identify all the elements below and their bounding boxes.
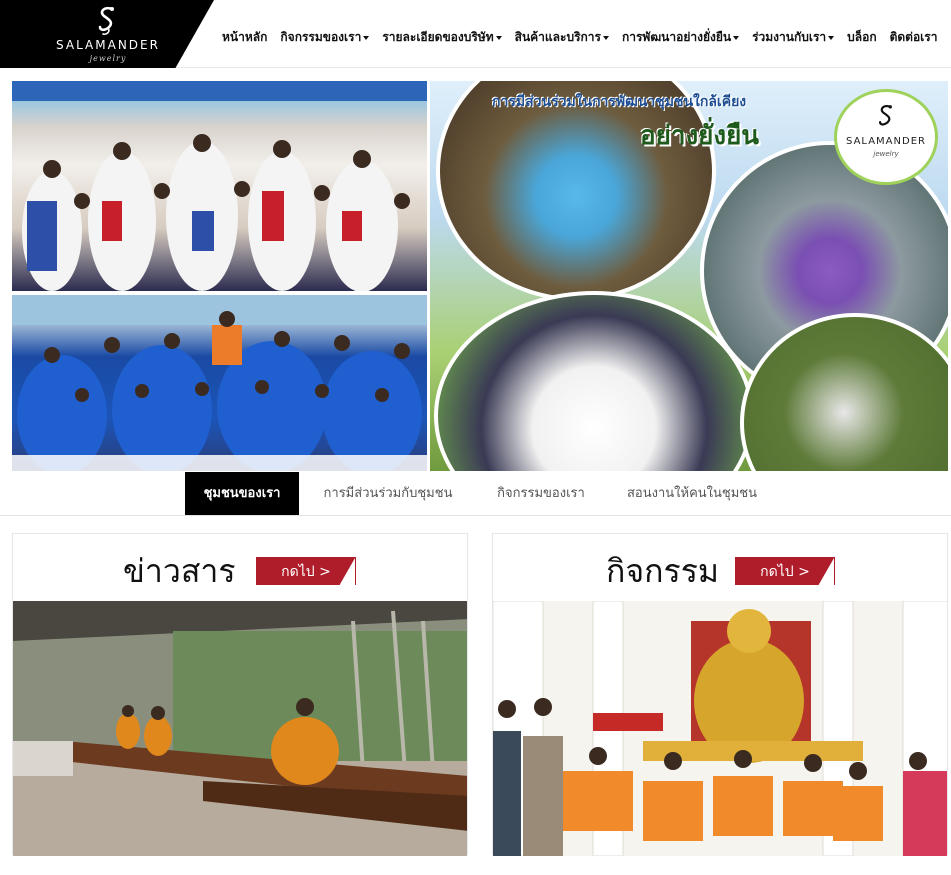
news-card: ข่าวสาร กดไป >: [12, 533, 468, 856]
nav-careers-label: ร่วมงานกับเรา: [752, 30, 827, 44]
salamander-logo-icon: [878, 105, 892, 126]
activities-card-title: กิจกรรม: [606, 552, 719, 590]
nav-careers[interactable]: ร่วมงานกับเรา: [752, 28, 835, 47]
hero-brand-tagline: jewelry: [873, 150, 899, 158]
monks-meditation-photo: [13, 601, 467, 856]
community-collage: การมีส่วนร่วมในการพัฒนาชุมชนใกล้เคียง อย…: [430, 81, 948, 471]
hero-headline: การมีส่วนร่วมในการพัฒนาชุมชนใกล้เคียง: [492, 94, 747, 110]
football-photo-illustration: [12, 295, 427, 471]
activities-card: กิจกรรม กดไป >: [492, 533, 948, 856]
taekwondo-group-photo: [12, 81, 427, 291]
nav-company-details[interactable]: รายละเอียดของบริษัท: [382, 28, 502, 47]
monks-photo-illustration: [13, 601, 467, 856]
nav-sustainability[interactable]: การพัฒนาอย่างยั่งยืน: [621, 28, 740, 47]
nav-sustainability-label: การพัฒนาอย่างยั่งยืน: [621, 30, 732, 44]
tab-community-engagement[interactable]: การมีส่วนร่วมกับชุมชน: [310, 472, 466, 515]
news-go-button[interactable]: กดไป >: [256, 557, 356, 585]
nav-company-details-label: รายละเอียดของบริษัท: [382, 30, 494, 44]
caret-down-icon: [733, 35, 740, 40]
planting-photo-circle: [436, 81, 716, 301]
hero-brand-badge: SALAMANDER jewelry: [834, 89, 938, 185]
nav-home[interactable]: หน้าหลัก: [222, 28, 267, 47]
caret-down-icon: [828, 35, 835, 40]
salamander-logo-icon: [98, 6, 114, 35]
nav-contact[interactable]: ติดต่อเรา: [890, 28, 938, 47]
nav-activities[interactable]: กิจกรรมของเรา: [280, 28, 370, 47]
football-team-photo: [12, 295, 427, 471]
nav-activities-label: กิจกรรมของเรา: [280, 30, 362, 44]
hero-banner: การมีส่วนร่วมในการพัฒนาชุมชนใกล้เคียง อย…: [12, 81, 948, 471]
temple-volunteers-photo: [493, 601, 947, 856]
tab-our-community[interactable]: ชุมชนของเรา: [185, 472, 299, 515]
caret-down-icon: [602, 35, 609, 40]
site-header: SALAMANDER jewelry หน้าหลัก กิจกรรมของเร…: [0, 0, 951, 68]
news-card-header: ข่าวสาร กดไป >: [13, 534, 467, 601]
brand-logo[interactable]: SALAMANDER jewelry: [0, 0, 214, 68]
taekwondo-photo-illustration: [12, 81, 427, 291]
activities-go-button[interactable]: กดไป >: [735, 557, 835, 585]
nav-contact-label: ติดต่อเรา: [889, 30, 938, 44]
activities-card-header: กิจกรรม กดไป >: [493, 534, 947, 601]
brand-name: SALAMANDER: [56, 38, 160, 52]
nav-products-services-label: สินค้าและบริการ: [514, 30, 601, 44]
students-photo-circle: [434, 291, 754, 471]
brand-tagline: jewelry: [89, 54, 127, 63]
nav-home-label: หน้าหลัก: [222, 30, 268, 44]
temple-photo-illustration: [493, 601, 947, 856]
news-card-title: ข่าวสาร: [123, 552, 236, 590]
nav-blog-label: บล็อก: [847, 30, 877, 44]
caret-down-icon: [363, 35, 370, 40]
hero-brand-name: SALAMANDER: [846, 136, 926, 147]
nav-products-services[interactable]: สินค้าและบริการ: [515, 28, 609, 47]
community-tabs: ชุมชนของเรา การมีส่วนร่วมกับชุมชน กิจกรร…: [0, 472, 951, 516]
tab-our-activities[interactable]: กิจกรรมของเรา: [482, 472, 600, 515]
main-nav: หน้าหลัก กิจกรรมของเรา รายละเอียดของบริษ…: [222, 28, 937, 47]
nav-blog[interactable]: บล็อก: [847, 28, 876, 47]
caret-down-icon: [495, 35, 502, 40]
tab-teaching-community[interactable]: สอนงานให้คนในชุมชน: [614, 472, 770, 515]
hero-headline-emphasis: อย่างยั่งยืน: [640, 121, 760, 151]
